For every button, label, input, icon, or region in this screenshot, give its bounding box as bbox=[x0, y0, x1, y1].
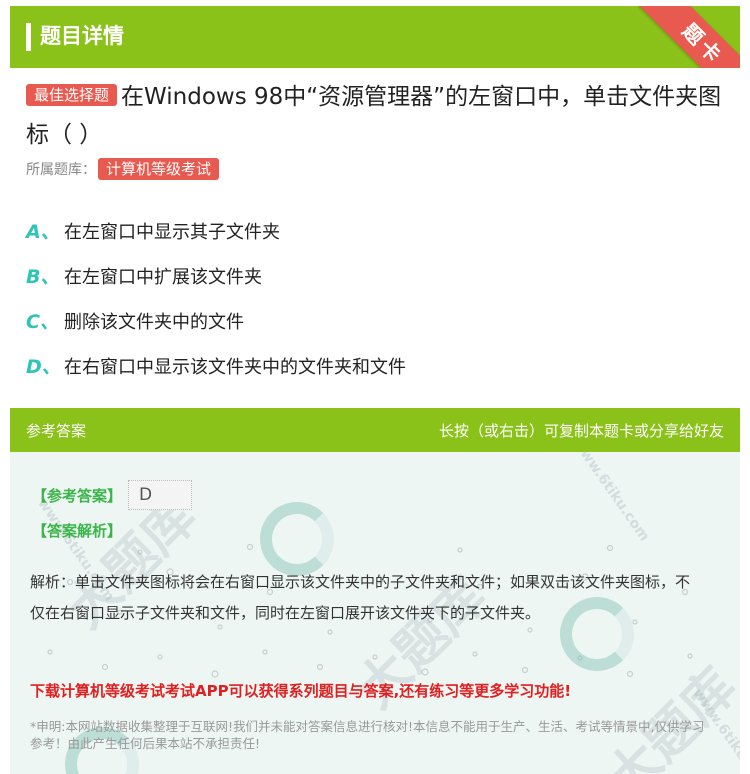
option-text: 在左窗口中扩展该文件夹 bbox=[64, 266, 262, 288]
corner-ribbon: 题卡 bbox=[638, 6, 740, 68]
source-tag[interactable]: 计算机等级考试 bbox=[98, 158, 220, 180]
option-text: 删除该文件夹中的文件 bbox=[64, 311, 244, 333]
option-list: A、 在左窗口中显示其子文件夹 B、 在左窗口中扩展该文件夹 C、 删除该文件夹… bbox=[26, 208, 726, 388]
reference-answer-value: D bbox=[128, 480, 193, 510]
option-b[interactable]: B、 在左窗口中扩展该文件夹 bbox=[26, 253, 726, 298]
analysis-label: 【答案解析】 bbox=[32, 522, 123, 540]
reference-answer-label: 【参考答案】 bbox=[32, 486, 123, 505]
question-text: 在Windows 98中“资源管理器”的左窗口中，单击文件夹图标（ ） bbox=[26, 84, 722, 148]
title-accent-bar bbox=[26, 23, 31, 51]
option-letter: B、 bbox=[26, 266, 60, 288]
app-promo-link[interactable]: 下载计算机等级考试考试APP可以获得系列题目与答案,还有练习等更多学习功能! bbox=[30, 680, 571, 701]
analysis-text: 解析：单击文件夹图标将会在右窗口显示该文件夹中的子文件夹和文件；如果双击该文件夹… bbox=[30, 573, 691, 622]
question-stem: 最佳选择题 在Windows 98中“资源管理器”的左窗口中，单击文件夹图标（ ） bbox=[26, 78, 726, 154]
page-header: 题目详情 题卡 bbox=[10, 6, 740, 68]
corner-badge: 题卡 bbox=[638, 6, 740, 68]
answer-panel: 大题库 大题库 大题库 www.6tiku.com www.6tiku.com … bbox=[10, 452, 740, 774]
watermark-logo bbox=[260, 502, 334, 576]
question-source: 所属题库： 计算机等级考试 bbox=[26, 158, 223, 182]
reference-answer: 【参考答案】 D bbox=[32, 480, 193, 510]
option-text: 在左窗口中显示其子文件夹 bbox=[64, 221, 280, 243]
page-title: 题目详情 bbox=[40, 24, 124, 48]
disclaimer-text: *申明:本网站数据收集整理于互联网!我们并未能对答案信息进行核对!本信息不能用于… bbox=[30, 719, 705, 751]
option-letter: D、 bbox=[26, 356, 61, 378]
option-c[interactable]: C、 删除该文件夹中的文件 bbox=[26, 298, 726, 343]
option-letter: C、 bbox=[26, 311, 59, 333]
answer-bar-title: 参考答案 bbox=[26, 421, 87, 440]
watermark-url: www.6tiku.com bbox=[569, 452, 653, 545]
answer-bar: 参考答案 长按（或右击）可复制本题卡或分享给好友 bbox=[10, 408, 740, 452]
source-label: 所属题库： bbox=[26, 162, 96, 178]
option-letter: A、 bbox=[26, 221, 60, 243]
option-d[interactable]: D、 在右窗口中显示该文件夹中的文件夹和文件 bbox=[26, 343, 726, 388]
option-a[interactable]: A、 在左窗口中显示其子文件夹 bbox=[26, 208, 726, 253]
option-text: 在右窗口中显示该文件夹中的文件夹和文件 bbox=[64, 356, 406, 378]
question-type-tag: 最佳选择题 bbox=[26, 84, 118, 106]
watermark-text: 大题库 bbox=[595, 657, 740, 774]
share-hint[interactable]: 长按（或右击）可复制本题卡或分享给好友 bbox=[439, 420, 724, 441]
